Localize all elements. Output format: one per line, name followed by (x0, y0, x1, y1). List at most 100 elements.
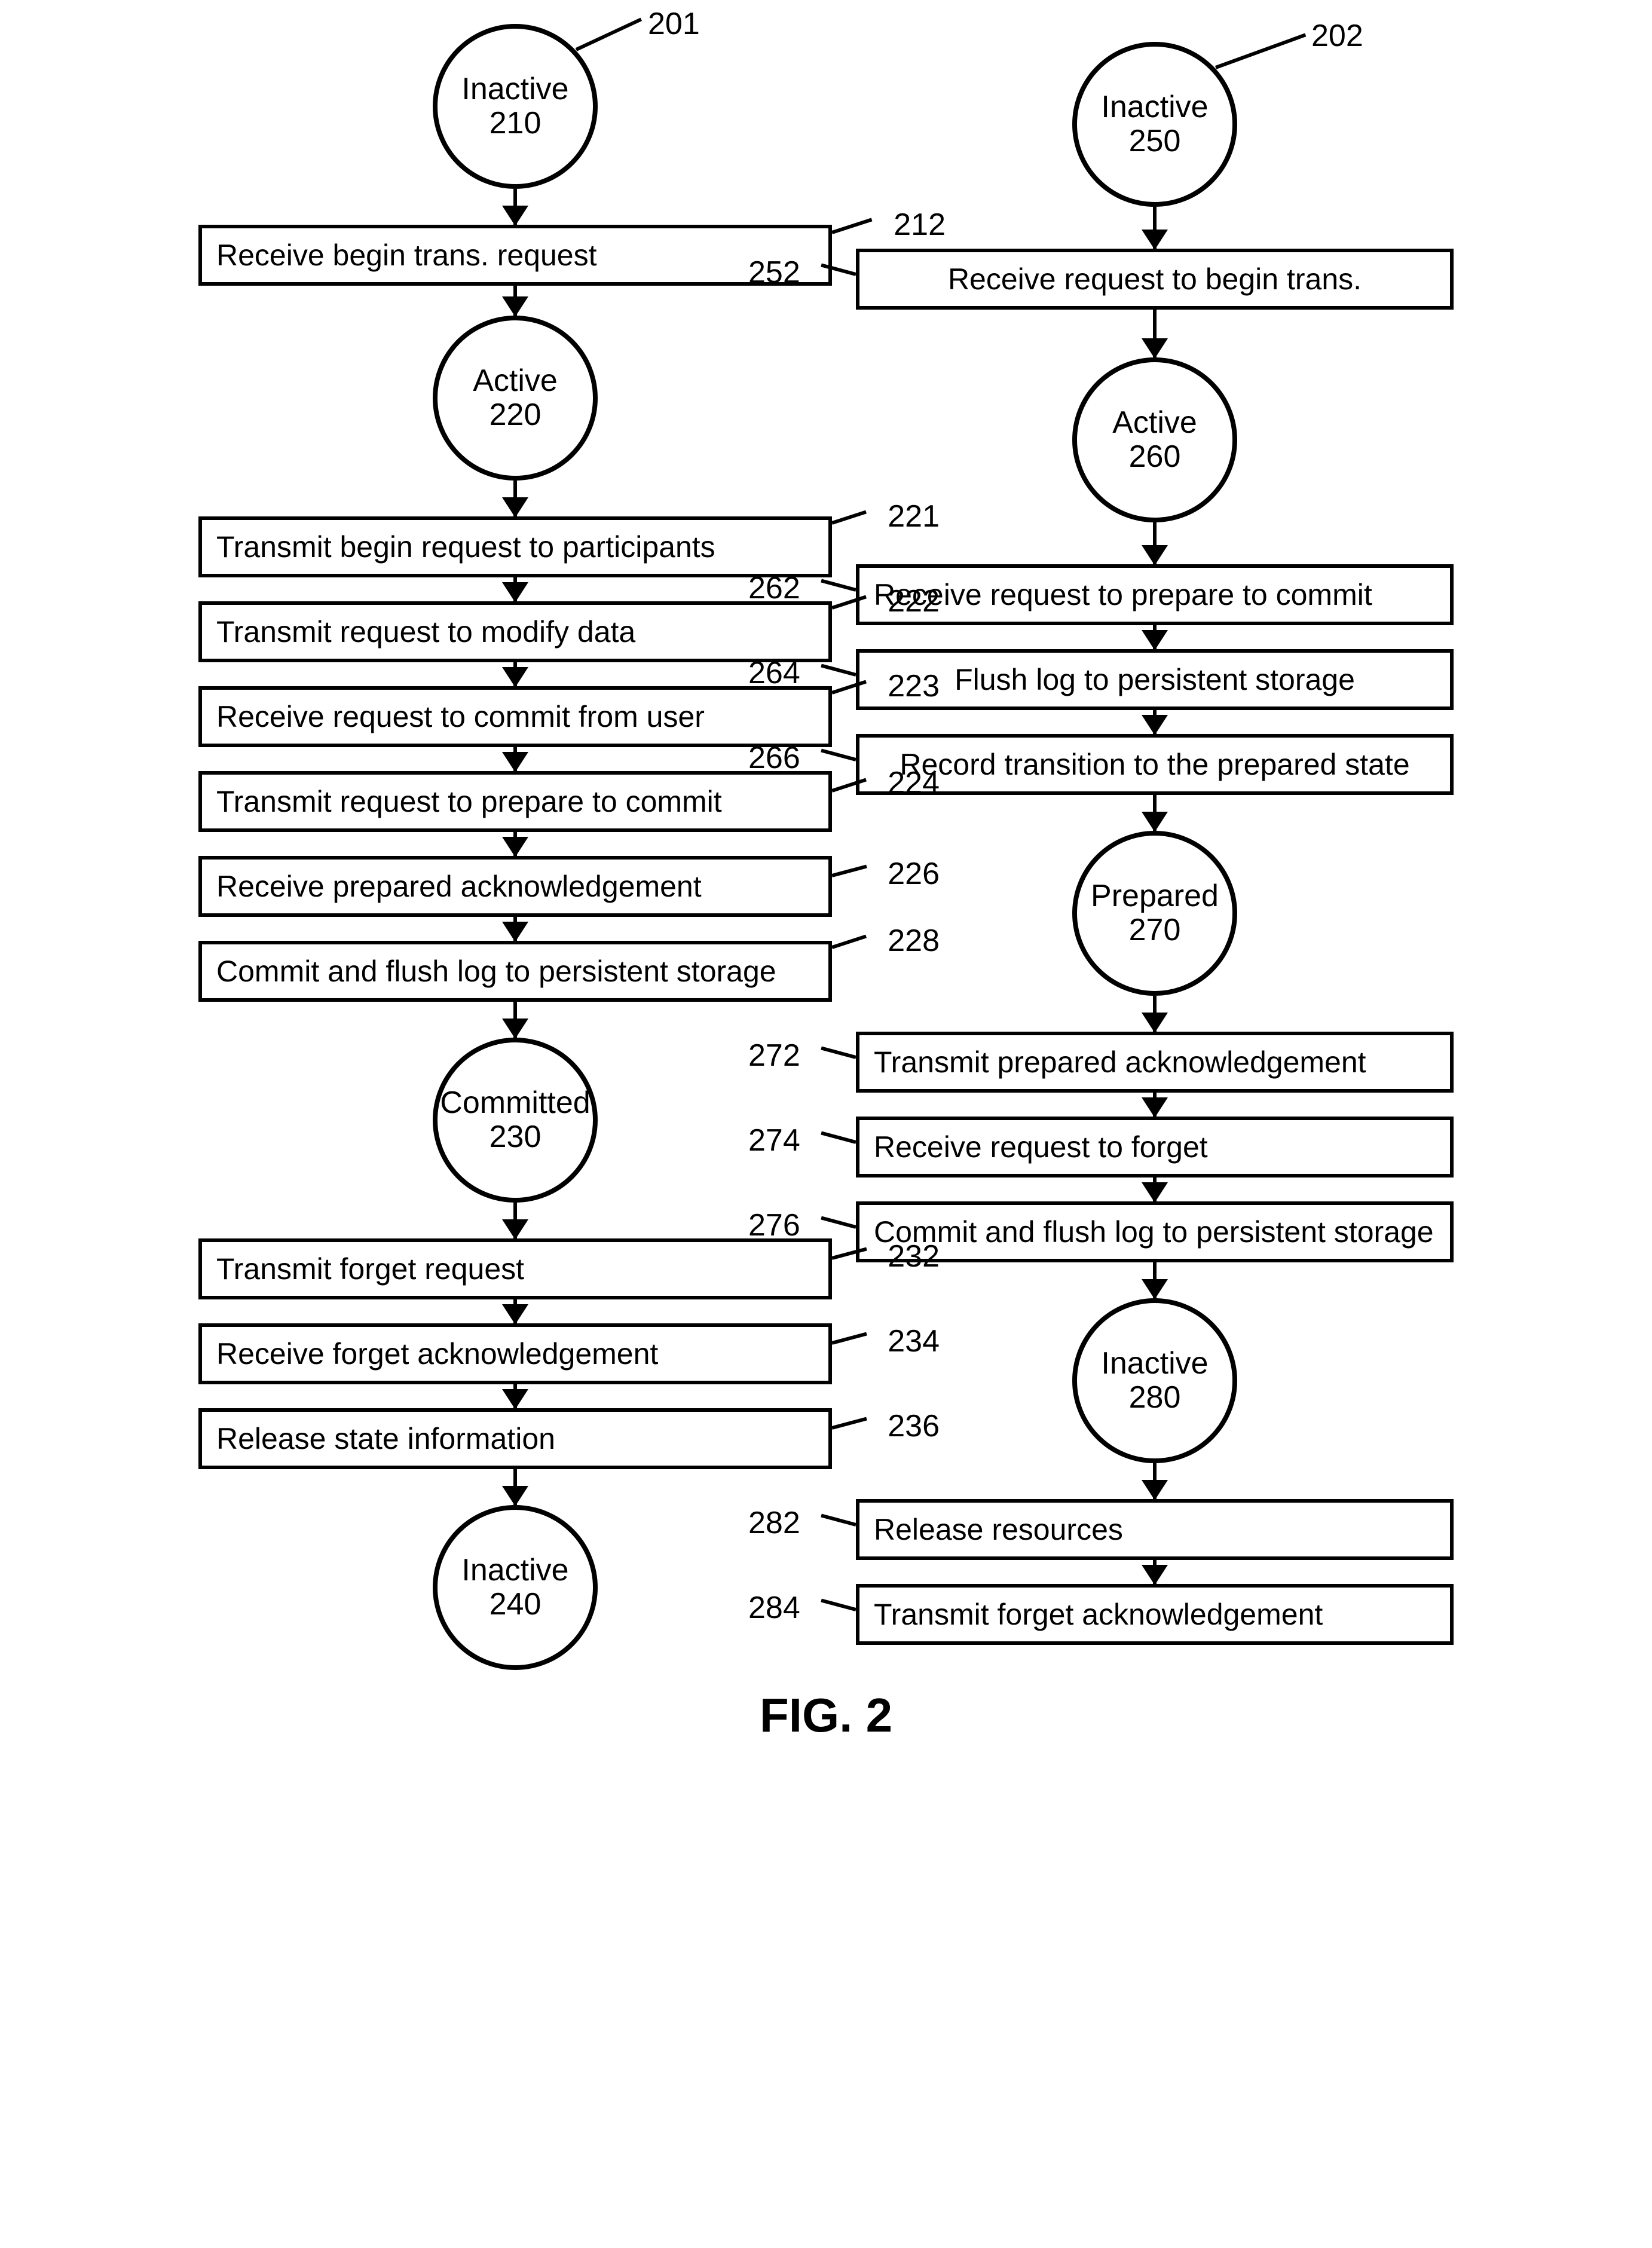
arrow-down-icon (1153, 795, 1157, 831)
state-label: Inactive (1101, 1347, 1208, 1381)
step-text: Commit and flush log to persistent stora… (216, 955, 776, 988)
step-text: Receive request to begin trans. (948, 262, 1362, 296)
state-label: Committed (440, 1086, 590, 1120)
arrow-down-icon (513, 1203, 517, 1238)
step-text: Flush log to persistent storage (955, 663, 1355, 696)
arrow-down-icon (1153, 207, 1157, 249)
state-number: 210 (490, 106, 542, 140)
arrow-down-icon (513, 286, 517, 316)
state-number: 240 (490, 1588, 542, 1622)
step-232: Transmit forget request (198, 1238, 832, 1299)
step-text: Receive request to forget (874, 1130, 1208, 1164)
arrow-down-icon (1153, 522, 1157, 564)
step-234: Receive forget acknowledgement (198, 1323, 832, 1384)
step-228: Commit and flush log to persistent stora… (198, 941, 832, 1002)
state-inactive-240: Inactive 240 (433, 1505, 598, 1670)
step-224: Transmit request to prepare to commit (198, 771, 832, 832)
step-252: Receive request to begin trans. (856, 249, 1454, 310)
state-inactive-210: Inactive 210 (433, 24, 598, 189)
step-wrap: Transmit prepared acknowledgement 272 (856, 1032, 1454, 1093)
arrow-down-icon (513, 917, 517, 941)
step-text: Receive begin trans. request (216, 238, 596, 272)
step-text: Release resources (874, 1513, 1123, 1546)
state-number: 220 (490, 398, 542, 432)
step-266: Record transition to the prepared state (856, 734, 1454, 795)
arrow-down-icon (1153, 310, 1157, 357)
step-text: Receive forget acknowledgement (216, 1337, 658, 1371)
ref-282: 282 (748, 1505, 800, 1541)
step-text: Transmit prepared acknowledgement (874, 1045, 1366, 1079)
state-prepared-270: Prepared 270 (1072, 831, 1237, 996)
step-text: Transmit forget acknowledgement (874, 1598, 1323, 1631)
step-text: Receive prepared acknowledgement (216, 870, 702, 903)
arrow-down-icon (1153, 1093, 1157, 1117)
step-wrap: Receive begin trans. request 212 (198, 225, 832, 286)
arrow-down-icon (513, 1002, 517, 1038)
arrow-down-icon (1153, 1463, 1157, 1499)
state-number: 230 (490, 1120, 542, 1154)
ref-202: 202 (1311, 18, 1363, 54)
step-wrap: Receive prepared acknowledgement 226 (198, 856, 832, 917)
arrow-down-icon (1153, 1560, 1157, 1584)
arrow-down-icon (513, 1299, 517, 1323)
leader-line (576, 18, 642, 51)
step-212: Receive begin trans. request (198, 225, 832, 286)
state-number: 280 (1129, 1381, 1181, 1415)
arrow-down-icon (1153, 996, 1157, 1032)
step-wrap: Record transition to the prepared state … (856, 734, 1454, 795)
step-text: Record transition to the prepared state (900, 748, 1409, 781)
left-flow: Inactive 210 201 Receive begin trans. re… (198, 24, 832, 1670)
state-number: 260 (1129, 440, 1181, 474)
state-label: Inactive (461, 1553, 568, 1588)
right-flow: Inactive 250 202 Receive request to begi… (856, 42, 1454, 1645)
ref-284: 284 (748, 1590, 800, 1626)
state-label: Inactive (461, 72, 568, 106)
arrow-down-icon (513, 577, 517, 601)
step-276: Commit and flush log to persistent stora… (856, 1201, 1454, 1262)
state-label: Active (473, 364, 558, 398)
ref-272: 272 (748, 1038, 800, 1073)
state-inactive-280: Inactive 280 (1072, 1298, 1237, 1463)
step-wrap: Receive request to commit from user 223 (198, 686, 832, 747)
step-222: Transmit request to modify data (198, 601, 832, 662)
step-wrap: Transmit forget acknowledgement 284 (856, 1584, 1454, 1645)
arrow-down-icon (513, 747, 517, 771)
step-text: Receive request to prepare to commit (874, 578, 1372, 611)
leader-line (1215, 33, 1306, 69)
step-wrap: Release state information 236 (198, 1408, 832, 1469)
figure-label: FIG. 2 (24, 1688, 1628, 1743)
arrow-down-icon (513, 662, 517, 686)
state-number: 270 (1129, 913, 1181, 947)
arrow-down-icon (1153, 625, 1157, 649)
state-active-220: Active 220 (433, 316, 598, 481)
step-text: Transmit request to modify data (216, 615, 635, 649)
step-wrap: Release resources 282 (856, 1499, 1454, 1560)
state-wrap: Inactive 210 201 (433, 24, 598, 189)
arrow-down-icon (513, 481, 517, 516)
arrow-down-icon (1153, 1177, 1157, 1201)
state-committed-230: Committed 230 (433, 1038, 598, 1203)
step-221: Transmit begin request to participants (198, 516, 832, 577)
step-264: Flush log to persistent storage (856, 649, 1454, 710)
step-wrap: Commit and flush log to persistent stora… (856, 1201, 1454, 1262)
step-284: Transmit forget acknowledgement (856, 1584, 1454, 1645)
ref-264: 264 (748, 655, 800, 691)
ref-266: 266 (748, 740, 800, 776)
step-wrap: Receive request to begin trans. 252 (856, 249, 1454, 310)
arrow-down-icon (513, 1469, 517, 1505)
step-wrap: Flush log to persistent storage 264 (856, 649, 1454, 710)
ref-276: 276 (748, 1207, 800, 1243)
step-226: Receive prepared acknowledgement (198, 856, 832, 917)
step-wrap: Transmit request to modify data 222 (198, 601, 832, 662)
state-label: Active (1112, 406, 1197, 440)
step-text: Transmit begin request to participants (216, 530, 715, 564)
step-wrap: Transmit begin request to participants 2… (198, 516, 832, 577)
diagram-page: Inactive 210 201 Receive begin trans. re… (24, 24, 1628, 1670)
step-text: Transmit forget request (216, 1252, 524, 1286)
ref-262: 262 (748, 570, 800, 606)
ref-274: 274 (748, 1123, 800, 1158)
step-wrap: Receive request to forget 274 (856, 1117, 1454, 1177)
step-text: Release state information (216, 1422, 555, 1455)
step-wrap: Receive forget acknowledgement 234 (198, 1323, 832, 1384)
step-text: Commit and flush log to persistent stora… (874, 1215, 1434, 1249)
